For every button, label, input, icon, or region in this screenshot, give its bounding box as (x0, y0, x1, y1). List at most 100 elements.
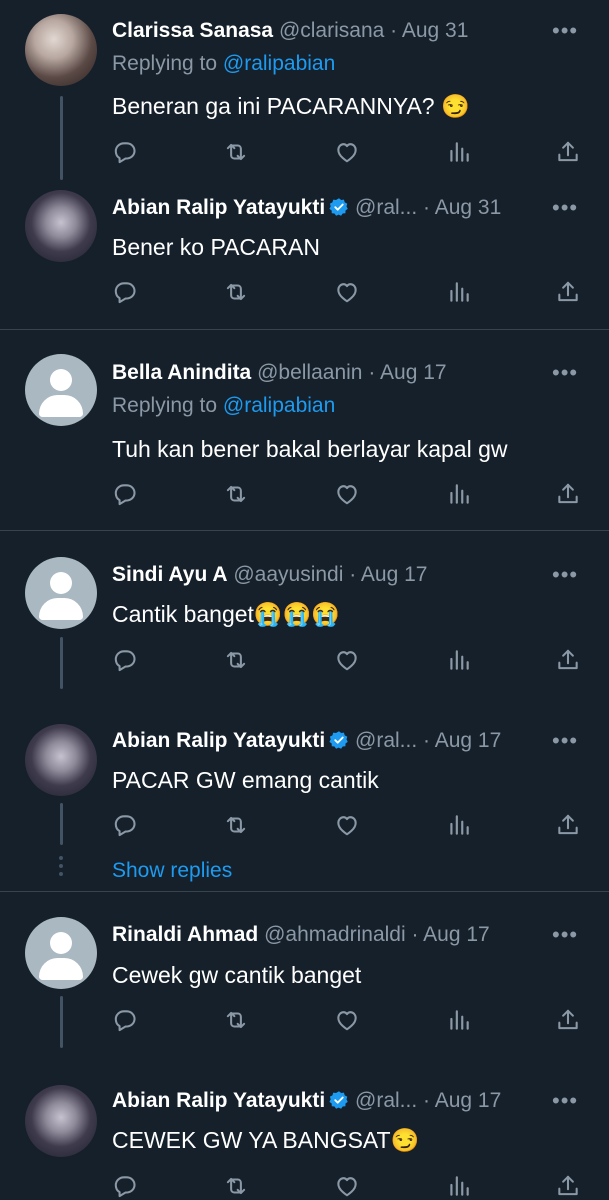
analytics-icon[interactable] (446, 139, 472, 165)
tweet-text: PACAR GW emang cantik (112, 767, 379, 793)
retweet-icon[interactable] (223, 1173, 249, 1199)
share-icon[interactable] (555, 139, 581, 165)
analytics-icon[interactable] (446, 812, 472, 838)
author-handle[interactable]: @aayusindi (233, 563, 343, 586)
like-icon[interactable] (334, 139, 360, 165)
tweet[interactable]: Abian Ralip Yatayukti @ral... · Aug 31 •… (0, 185, 609, 325)
more-options-icon[interactable]: ••• (552, 20, 578, 42)
share-icon[interactable] (555, 279, 581, 305)
separator-dot: · (349, 563, 357, 586)
author-handle[interactable]: @bellaanin (257, 361, 362, 384)
avatar[interactable] (25, 354, 97, 426)
like-icon[interactable] (334, 279, 360, 305)
tweet[interactable]: Rinaldi Ahmad @ahmadrinaldi · Aug 17 •••… (0, 892, 609, 1052)
avatar[interactable] (25, 1085, 97, 1157)
author-handle[interactable]: @ral... (355, 729, 417, 752)
share-icon[interactable] (555, 1007, 581, 1033)
author-name[interactable]: Abian Ralip Yatayukti (112, 196, 325, 219)
replying-label: Replying to (112, 394, 218, 417)
timestamp[interactable]: Aug 31 (402, 19, 469, 42)
timestamp[interactable]: Aug 17 (435, 729, 502, 752)
tweet[interactable]: Clarissa Sanasa @clarisana · Aug 31 ••• … (0, 0, 609, 190)
separator-dot: · (411, 923, 419, 946)
author-handle[interactable]: @ahmadrinaldi (264, 923, 406, 946)
analytics-icon[interactable] (446, 1173, 472, 1199)
tweet[interactable]: Bella Anindita @bellaanin · Aug 17 ••• R… (0, 330, 609, 530)
reply-icon[interactable] (112, 812, 138, 838)
avatar[interactable] (25, 917, 97, 989)
show-replies-link[interactable]: Show replies (112, 859, 232, 883)
tweet[interactable]: Sindi Ayu A @aayusindi · Aug 17 ••• Cant… (0, 531, 609, 691)
verified-badge-icon (329, 1090, 349, 1110)
tweet[interactable]: Abian Ralip Yatayukti @ral... · Aug 17 •… (0, 1052, 609, 1200)
retweet-icon[interactable] (223, 812, 249, 838)
replying-to: Replying to @ralipabian (112, 52, 335, 76)
separator-dot: · (390, 19, 398, 42)
analytics-icon[interactable] (446, 647, 472, 673)
separator-dot: · (423, 729, 431, 752)
reply-icon[interactable] (112, 1007, 138, 1033)
author-name[interactable]: Sindi Ayu A (112, 563, 228, 586)
mention-link[interactable]: @ralipabian (223, 394, 335, 417)
more-options-icon[interactable]: ••• (552, 564, 578, 586)
avatar[interactable] (25, 14, 97, 86)
tweet-actions (0, 279, 609, 305)
like-icon[interactable] (334, 481, 360, 507)
author-name[interactable]: Clarissa Sanasa (112, 19, 273, 42)
reply-icon[interactable] (112, 481, 138, 507)
author-handle[interactable]: @ral... (355, 1089, 417, 1112)
avatar[interactable] (25, 557, 97, 629)
mention-link[interactable]: @ralipabian (223, 52, 335, 75)
more-options-icon[interactable]: ••• (552, 924, 578, 946)
like-icon[interactable] (334, 1007, 360, 1033)
timestamp[interactable]: Aug 17 (361, 563, 428, 586)
timestamp[interactable]: Aug 17 (435, 1089, 502, 1112)
more-options-icon[interactable]: ••• (552, 197, 578, 219)
replying-to: Replying to @ralipabian (112, 394, 335, 418)
author-handle[interactable]: @ral... (355, 196, 417, 219)
author-name[interactable]: Bella Anindita (112, 361, 251, 384)
timestamp[interactable]: Aug 31 (435, 196, 502, 219)
thread-line (60, 96, 63, 180)
avatar[interactable] (25, 724, 97, 796)
separator-dot: · (423, 1089, 431, 1112)
tweet-actions (0, 481, 609, 507)
retweet-icon[interactable] (223, 647, 249, 673)
like-icon[interactable] (334, 1173, 360, 1199)
reply-icon[interactable] (112, 1173, 138, 1199)
avatar[interactable] (25, 190, 97, 262)
retweet-icon[interactable] (223, 1007, 249, 1033)
analytics-icon[interactable] (446, 1007, 472, 1033)
reply-icon[interactable] (112, 139, 138, 165)
tweet-header: Bella Anindita @bellaanin · Aug 17 (112, 361, 447, 385)
author-handle[interactable]: @clarisana (279, 19, 384, 42)
tweet-text: Cantik banget😭😭😭 (112, 601, 340, 627)
share-icon[interactable] (555, 647, 581, 673)
verified-badge-icon (329, 197, 349, 217)
share-icon[interactable] (555, 812, 581, 838)
replying-label: Replying to (112, 52, 218, 75)
tweet-text: Beneran ga ini PACARANNYA? 😏 (112, 93, 470, 119)
reply-icon[interactable] (112, 279, 138, 305)
tweet-actions (0, 647, 609, 673)
timestamp[interactable]: Aug 17 (423, 923, 490, 946)
retweet-icon[interactable] (223, 139, 249, 165)
more-options-icon[interactable]: ••• (552, 730, 578, 752)
retweet-icon[interactable] (223, 279, 249, 305)
author-name[interactable]: Abian Ralip Yatayukti (112, 1089, 325, 1112)
more-options-icon[interactable]: ••• (552, 362, 578, 384)
analytics-icon[interactable] (446, 481, 472, 507)
retweet-icon[interactable] (223, 481, 249, 507)
reply-icon[interactable] (112, 647, 138, 673)
author-name[interactable]: Abian Ralip Yatayukti (112, 729, 325, 752)
like-icon[interactable] (334, 647, 360, 673)
tweet[interactable]: Abian Ralip Yatayukti @ral... · Aug 17 •… (0, 691, 609, 891)
like-icon[interactable] (334, 812, 360, 838)
share-icon[interactable] (555, 1173, 581, 1199)
analytics-icon[interactable] (446, 279, 472, 305)
more-options-icon[interactable]: ••• (552, 1090, 578, 1112)
timestamp[interactable]: Aug 17 (380, 361, 447, 384)
author-name[interactable]: Rinaldi Ahmad (112, 923, 258, 946)
tweet-text: Tuh kan bener bakal berlayar kapal gw (112, 436, 508, 462)
share-icon[interactable] (555, 481, 581, 507)
